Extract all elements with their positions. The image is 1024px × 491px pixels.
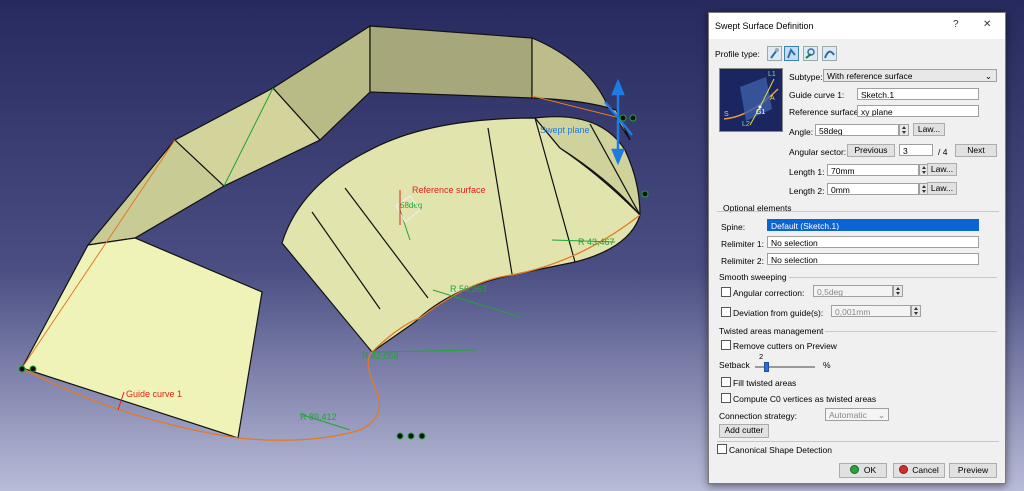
chevron-down-icon: ⌄ — [877, 410, 885, 420]
conic-profile-icon[interactable] — [822, 46, 837, 61]
profile-type-label: Profile type: — [715, 49, 760, 59]
preview-button[interactable]: Preview — [949, 463, 997, 478]
angle-label: Angle: — [789, 127, 814, 137]
radius-label-89: R 89,412 — [300, 412, 337, 422]
close-button[interactable]: ✕ — [983, 19, 991, 30]
optional-elements-divider — [717, 211, 999, 212]
setback-slider-thumb[interactable] — [764, 362, 770, 372]
setback-unit: % — [823, 360, 831, 370]
setback-label: Setback — [719, 360, 750, 370]
dialog-titlebar[interactable]: Swept Surface Definition ? ✕ — [709, 13, 1005, 39]
guide-curve-label[interactable]: Guide curve 1 — [126, 389, 182, 399]
angular-sector-total: / 4 — [938, 147, 948, 157]
previous-button[interactable]: Previous — [847, 144, 895, 157]
angular-correction-label: Angular correction: — [733, 288, 805, 298]
chevron-down-icon: ⌄ — [984, 71, 992, 81]
connection-strategy-select[interactable]: Automatic ⌄ — [825, 408, 889, 421]
subtype-preview-thumbnail: L1 A G1 L2 S — [719, 68, 783, 132]
thumb-label-s: S — [724, 111, 729, 118]
radius-label-56: R 56,363 — [450, 284, 487, 294]
twisted-areas-label: Twisted areas management — [719, 326, 824, 336]
angle-spinner[interactable] — [899, 124, 909, 136]
length2-law-button[interactable]: Law... — [927, 182, 957, 195]
add-cutter-button[interactable]: Add cutter — [719, 424, 769, 438]
thumb-label-g1: G1 — [756, 109, 766, 116]
connection-strategy-label: Connection strategy: — [719, 411, 797, 421]
radius-label-42: R 42,058 — [362, 351, 399, 361]
canonical-shape-checkbox[interactable] — [717, 444, 727, 454]
line-profile-icon[interactable] — [784, 46, 799, 61]
angle-field[interactable]: 58deg — [815, 124, 899, 136]
smooth-sweeping-divider — [789, 277, 997, 278]
twisted-areas-divider — [825, 331, 997, 332]
circle-profile-icon[interactable] — [803, 46, 818, 61]
length1-law-button[interactable]: Law... — [927, 163, 957, 176]
relimiter1-field[interactable]: No selection — [767, 236, 979, 248]
relimiter2-field[interactable]: No selection — [767, 253, 979, 265]
reference-surface-field[interactable]: xy plane — [857, 105, 979, 117]
setback-value: 2 — [759, 352, 764, 361]
length2-field[interactable]: 0mm — [827, 183, 919, 195]
connection-strategy-value: Automatic — [829, 410, 867, 420]
thumb-label-a: A — [770, 95, 775, 102]
bottom-divider — [717, 441, 999, 442]
angular-correction-field[interactable]: 0,5deg — [813, 285, 893, 297]
swept-surface-dialog[interactable]: Swept Surface Definition ? ✕ Profile typ… — [708, 12, 1006, 484]
angular-sector-label: Angular sector: — [789, 147, 847, 157]
cancel-icon — [899, 465, 909, 474]
remove-cutters-checkbox[interactable] — [721, 340, 731, 350]
smooth-sweeping-label: Smooth sweeping — [719, 272, 787, 282]
thumb-label-l2: L2 — [742, 121, 750, 128]
remove-cutters-label: Remove cutters on Preview — [733, 341, 837, 351]
length1-field[interactable]: 70mm — [827, 164, 919, 176]
ok-label: OK — [863, 465, 877, 475]
angular-correction-checkbox[interactable] — [721, 287, 731, 297]
subtype-select[interactable]: With reference surface ⌄ — [823, 69, 997, 82]
subtype-value: With reference surface — [827, 71, 913, 81]
angle-law-button[interactable]: Law... — [913, 123, 945, 136]
deviation-checkbox[interactable] — [721, 307, 731, 317]
ok-button[interactable]: OK — [839, 463, 887, 478]
fill-twisted-checkbox[interactable] — [721, 377, 731, 387]
thumb-label-l1: L1 — [768, 71, 776, 78]
ok-icon — [849, 465, 859, 474]
spine-field[interactable]: Default (Sketch.1) — [767, 219, 979, 231]
radius-label-43: R 43,467 — [578, 237, 615, 247]
swept-plane-label[interactable]: Swept plane — [540, 125, 590, 135]
compute-c0-checkbox[interactable] — [721, 393, 731, 403]
help-button[interactable]: ? — [953, 19, 959, 30]
relimiter2-label: Relimiter 2: — [721, 256, 764, 266]
spine-label: Spine: — [721, 222, 746, 232]
angular-correction-spinner[interactable] — [893, 285, 903, 297]
reference-surface-label[interactable]: Reference surface — [412, 185, 486, 195]
guide-curve-label: Guide curve 1: — [789, 90, 845, 100]
compute-c0-label: Compute C0 vertices as twisted areas — [733, 394, 877, 404]
explicit-profile-icon[interactable] — [767, 46, 782, 61]
deviation-field[interactable]: 0,001mm — [831, 305, 911, 317]
length2-label: Length 2: — [789, 186, 825, 196]
guide-curve-field[interactable]: Sketch.1 — [857, 88, 979, 100]
cancel-label: Cancel — [912, 465, 939, 475]
next-button[interactable]: Next — [955, 144, 997, 157]
dialog-title: Swept Surface Definition — [715, 21, 814, 31]
relimiter1-label: Relimiter 1: — [721, 239, 764, 249]
deviation-label: Deviation from guide(s): — [733, 308, 824, 318]
canonical-shape-label: Canonical Shape Detection — [729, 445, 833, 455]
deviation-spinner[interactable] — [911, 305, 921, 317]
setback-slider[interactable] — [755, 362, 815, 372]
length1-label: Length 1: — [789, 167, 825, 177]
reference-surface-label: Reference surface: — [789, 107, 861, 117]
subtype-label: Subtype: — [789, 72, 823, 82]
cancel-button[interactable]: Cancel — [893, 463, 945, 478]
angular-sector-field[interactable]: 3 — [899, 144, 933, 156]
fill-twisted-label: Fill twisted areas — [733, 378, 797, 388]
